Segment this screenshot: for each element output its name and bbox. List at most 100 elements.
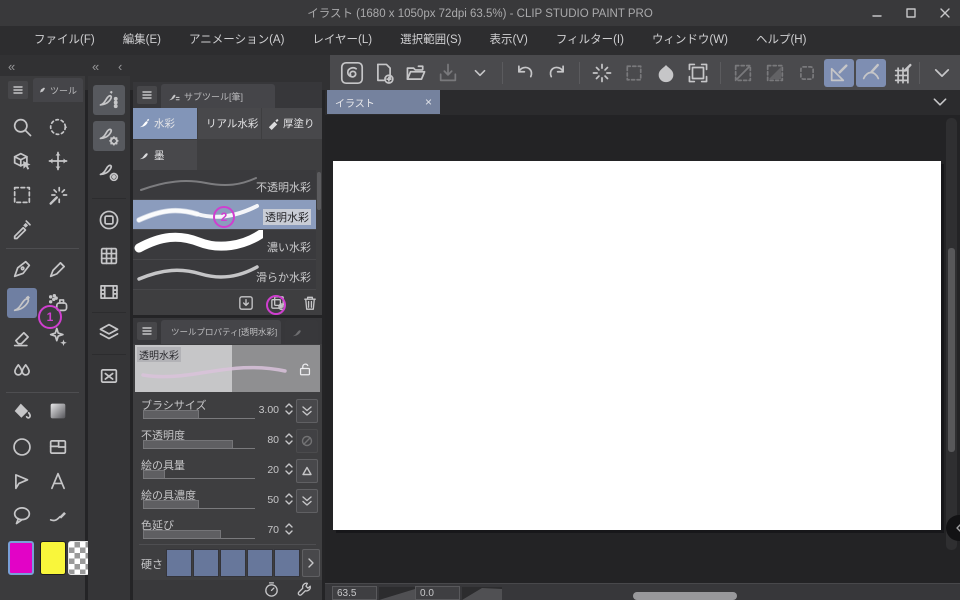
- new-canvas-button[interactable]: [369, 59, 399, 87]
- subtool-tab-sumi[interactable]: 墨: [133, 140, 197, 171]
- brush-item-nameraka-suisai[interactable]: 滑らか水彩: [133, 260, 316, 290]
- tool-balloon[interactable]: [7, 500, 37, 530]
- slider-track[interactable]: [143, 410, 255, 419]
- paint-amount-dynamics-button[interactable]: [296, 459, 318, 483]
- sub-color-swatch[interactable]: [40, 541, 66, 575]
- hardness-expand-button[interactable]: [302, 549, 320, 577]
- collapse-panel-icon[interactable]: ‹: [118, 59, 122, 74]
- brush-size-dynamics-button[interactable]: [296, 399, 318, 423]
- hardness-segment-1[interactable]: [166, 549, 192, 577]
- minimize-button[interactable]: [870, 6, 884, 20]
- tool-property-tab-secondary[interactable]: [285, 320, 318, 344]
- tool-eyedropper[interactable]: [7, 214, 37, 244]
- slider-value[interactable]: 70: [245, 524, 279, 536]
- subtool-tab-suisai[interactable]: 水彩: [133, 108, 197, 139]
- menu-view[interactable]: 表示(V): [475, 26, 541, 55]
- clear-button[interactable]: [651, 59, 681, 87]
- tool-move[interactable]: [43, 146, 73, 176]
- menu-file[interactable]: ファイル(F): [20, 26, 109, 55]
- tab-close-icon[interactable]: ×: [425, 95, 432, 109]
- panel-icon-tool-property[interactable]: [93, 121, 125, 151]
- main-color-swatch[interactable]: [8, 541, 34, 575]
- open-file-button[interactable]: [401, 59, 431, 87]
- collapse-mid-strip-icon[interactable]: «: [92, 59, 99, 74]
- panel-icon-navigator[interactable]: [93, 361, 125, 391]
- panel-icon-layer[interactable]: [93, 317, 125, 347]
- hardness-segment-5[interactable]: [274, 549, 300, 577]
- clip-studio-logo-button[interactable]: [337, 59, 367, 87]
- slider-track[interactable]: [143, 440, 255, 449]
- tool-fill[interactable]: [7, 396, 37, 426]
- document-tab-illustration[interactable]: イラスト ×: [327, 90, 440, 114]
- menu-animation[interactable]: アニメーション(A): [175, 26, 298, 55]
- save-button[interactable]: [433, 59, 463, 87]
- slider-value[interactable]: 80: [245, 434, 279, 446]
- tool-frame-border[interactable]: [43, 432, 73, 462]
- deselect-button[interactable]: [587, 59, 617, 87]
- vertical-scrollbar[interactable]: [946, 118, 957, 550]
- save-menu-expand-button[interactable]: [465, 59, 495, 87]
- slider-value[interactable]: 20: [245, 464, 279, 476]
- sub-tool-panel-tab[interactable]: サブツール[筆]: [161, 84, 275, 108]
- subtool-tab-atsunuri[interactable]: 厚塗り: [262, 108, 322, 139]
- tool-object[interactable]: [7, 146, 37, 176]
- tool-eraser[interactable]: [7, 322, 37, 352]
- transparent-color-swatch[interactable]: [68, 541, 90, 575]
- brush-item-futoumei-suisai[interactable]: 不透明水彩: [133, 170, 316, 200]
- tool-pen[interactable]: [7, 254, 37, 284]
- snap-dashed-fill-button[interactable]: [760, 59, 790, 87]
- import-sub-tool-button[interactable]: [236, 293, 256, 313]
- hardness-segment-4[interactable]: [247, 549, 273, 577]
- slider-spinner[interactable]: [283, 521, 295, 537]
- brush-item-koi-suisai[interactable]: 濃い水彩: [133, 230, 316, 260]
- tool-polyline[interactable]: [7, 466, 37, 496]
- menu-window[interactable]: ウィンドウ(W): [638, 26, 742, 55]
- tool-blend[interactable]: [7, 356, 37, 386]
- collapse-left-palette-icon[interactable]: «: [8, 59, 15, 74]
- undo-button[interactable]: [510, 59, 540, 87]
- snap-dashed-line-button[interactable]: [728, 59, 758, 87]
- tool-property-menu-button[interactable]: [137, 322, 157, 340]
- snap-to-grid-button[interactable]: [888, 59, 918, 87]
- tool-rotate[interactable]: [43, 112, 73, 142]
- slider-spinner[interactable]: [283, 431, 295, 447]
- delete-sub-tool-button[interactable]: [300, 293, 320, 313]
- slider-track[interactable]: [143, 530, 255, 539]
- vertical-scrollbar-thumb[interactable]: [948, 248, 955, 452]
- tool-figure[interactable]: [7, 432, 37, 462]
- subtool-list-scrollbar[interactable]: [317, 172, 321, 210]
- paint-density-dynamics-button[interactable]: [296, 489, 318, 513]
- reselect-button[interactable]: [619, 59, 649, 87]
- slider-spinner[interactable]: [283, 401, 295, 417]
- zoom-slider[interactable]: [379, 587, 415, 600]
- sub-tool-menu-button[interactable]: [137, 86, 157, 104]
- tool-text[interactable]: [43, 466, 73, 496]
- tool-zoom[interactable]: [7, 112, 37, 142]
- slider-spinner[interactable]: [283, 461, 295, 477]
- snap-dashed-frame-button[interactable]: [792, 59, 822, 87]
- slider-value[interactable]: 50: [245, 494, 279, 506]
- menu-layer[interactable]: レイヤー(L): [298, 26, 386, 55]
- redo-button[interactable]: [542, 59, 572, 87]
- tool-gradient[interactable]: [43, 396, 73, 426]
- rotation-slider[interactable]: [462, 587, 502, 600]
- rotation-value-field[interactable]: 0.0: [415, 586, 460, 600]
- tool-auto-select[interactable]: [43, 180, 73, 210]
- menu-help[interactable]: ヘルプ(H): [742, 26, 820, 55]
- hardness-segment-3[interactable]: [220, 549, 246, 577]
- panel-icon-brush-size[interactable]: [93, 157, 125, 187]
- opacity-dynamics-button[interactable]: [296, 429, 318, 453]
- snap-to-special-ruler-button[interactable]: [856, 58, 886, 87]
- tool-property-tab[interactable]: ツールプロパティ[透明水彩]: [161, 320, 281, 344]
- slider-value[interactable]: 3.00: [245, 404, 279, 416]
- tool-selection[interactable]: [7, 180, 37, 210]
- close-button[interactable]: [938, 6, 952, 20]
- panel-icon-color-wheel[interactable]: [93, 205, 125, 235]
- menu-filter[interactable]: フィルター(I): [542, 26, 638, 55]
- subtool-tab-real-suisai[interactable]: リアル水彩: [198, 108, 261, 139]
- maximize-button[interactable]: [904, 6, 918, 20]
- stroke-preview-toggle-button[interactable]: [261, 579, 281, 599]
- menu-edit[interactable]: 編集(E): [109, 26, 175, 55]
- tool-pencil[interactable]: [43, 254, 73, 284]
- tab-list-expand-button[interactable]: [931, 94, 949, 110]
